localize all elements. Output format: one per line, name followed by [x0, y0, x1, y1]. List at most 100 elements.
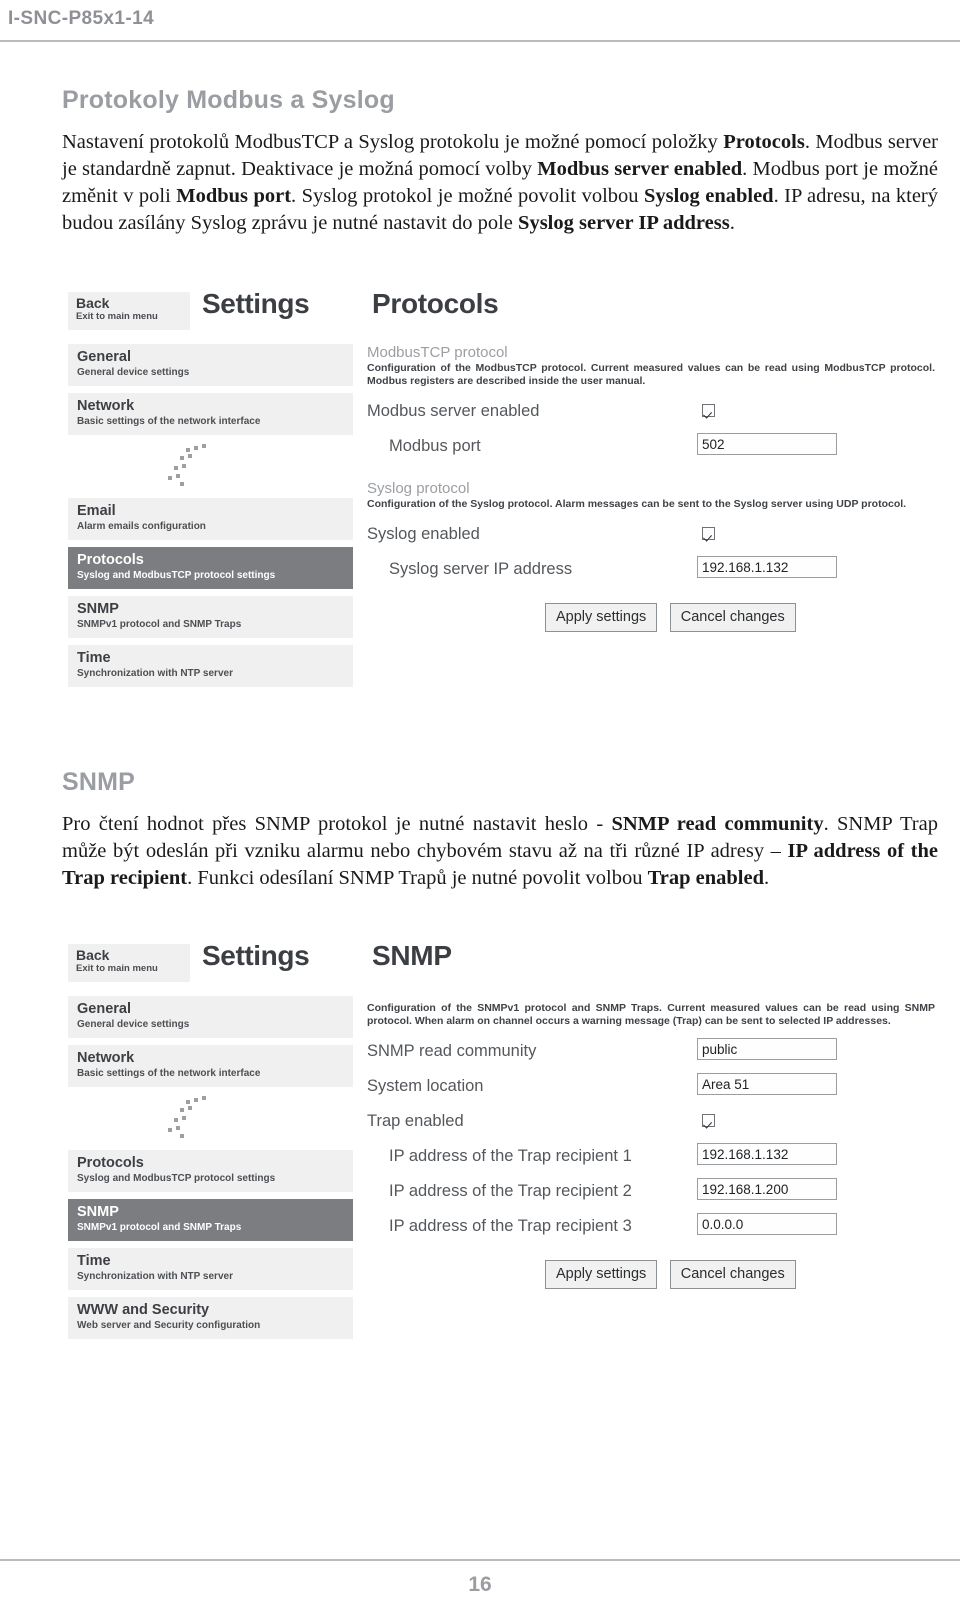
back-button-subtitle: Exit to main menu	[76, 963, 158, 974]
sidebar-item-protocols[interactable]: Protocols Syslog and ModbusTCP protocol …	[68, 1150, 353, 1192]
sidebar-item-snmp[interactable]: SNMP SNMPv1 protocol and SNMP Traps	[68, 596, 353, 638]
back-button[interactable]: Back Exit to main menu	[68, 944, 190, 982]
scroll-dots-decoration	[68, 442, 353, 498]
document-page: I-SNC-P85x1-14 Protokoly Modbus a Syslog…	[0, 0, 960, 1609]
cancel-changes-button[interactable]: Cancel changes	[669, 603, 796, 632]
section-protocols-text: Protokoly Modbus a Syslog Nastavení prot…	[62, 86, 938, 237]
panel-title: Protocols	[372, 288, 499, 319]
apply-settings-button[interactable]: Apply settings	[545, 603, 658, 632]
field-row-trap-enabled: Trap enabled	[367, 1108, 938, 1143]
sidebar-item-www-and-security[interactable]: WWW and Security Web server and Security…	[68, 1297, 353, 1339]
sidebar-item-general[interactable]: General General device settings	[68, 996, 353, 1038]
screenshot-protocols: Back Exit to main menu Settings Protocol…	[62, 288, 938, 738]
sidebar-item-title: Network	[77, 398, 135, 414]
cancel-changes-button[interactable]: Cancel changes	[669, 1260, 796, 1289]
screenshot-snmp-topbar: Back Exit to main menu Settings SNMP	[62, 940, 938, 986]
group-description-syslog: Configuration of the Syslog protocol. Al…	[367, 498, 907, 510]
sidebar-item-subtitle: Synchronization with NTP server	[77, 1271, 233, 1282]
field-label: Trap enabled	[367, 1112, 464, 1130]
sidebar-item-title: WWW and Security	[77, 1302, 210, 1318]
field-label: Syslog server IP address	[389, 560, 573, 578]
section-title-snmp: SNMP	[62, 768, 136, 796]
sidebar-item-network[interactable]: Network Basic settings of the network in…	[68, 1045, 353, 1087]
back-button-title: Back	[76, 947, 110, 963]
system-location-input[interactable]: Area 51	[697, 1073, 837, 1095]
sidebar-item-subtitle: General device settings	[77, 367, 190, 378]
syslog-enabled-checkbox[interactable]	[702, 527, 715, 540]
sidebar-item-title: General	[77, 1001, 131, 1017]
modbus-server-enabled-checkbox[interactable]	[702, 404, 715, 417]
footer-divider	[0, 1559, 960, 1561]
form-buttons: Apply settings Cancel changes	[367, 1260, 938, 1290]
field-label: System location	[367, 1077, 484, 1095]
screenshot-snmp: Back Exit to main menu Settings SNMP Gen…	[62, 940, 938, 1390]
scroll-dots-decoration	[68, 1094, 353, 1150]
sidebar-item-subtitle: SNMPv1 protocol and SNMP Traps	[77, 619, 242, 630]
sidebar-item-subtitle: Synchronization with NTP server	[77, 668, 233, 679]
screenshot-protocols-topbar: Back Exit to main menu Settings Protocol…	[62, 288, 938, 334]
sidebar-item-subtitle: Alarm emails configuration	[77, 521, 206, 532]
page-title: Protokoly Modbus a Syslog	[62, 86, 395, 114]
field-row-syslog-server-ip: Syslog server IP address 192.168.1.132	[367, 556, 938, 591]
settings-content-pane: Configuration of the SNMPv1 protocol and…	[367, 1002, 938, 1290]
field-row-snmp-read-community: SNMP read community public	[367, 1038, 938, 1073]
trap-recipient-3-input[interactable]: 0.0.0.0	[697, 1213, 837, 1235]
sidebar-item-general[interactable]: General General device settings	[68, 344, 353, 386]
group-title-modbus: ModbusTCP protocol	[367, 344, 508, 361]
sidebar-item-subtitle: Web server and Security configuration	[77, 1320, 261, 1331]
sidebar-item-protocols[interactable]: Protocols Syslog and ModbusTCP protocol …	[68, 547, 353, 589]
sidebar-item-time[interactable]: Time Synchronization with NTP server	[68, 645, 353, 687]
settings-sidebar: General General device settings Network …	[68, 996, 353, 1346]
field-row-trap-recipient-2: IP address of the Trap recipient 2 192.1…	[367, 1178, 938, 1213]
sidebar-item-title: Protocols	[77, 1155, 144, 1171]
header-divider	[0, 40, 960, 42]
field-row-syslog-enabled: Syslog enabled	[367, 521, 938, 556]
field-label: IP address of the Trap recipient 3	[389, 1217, 632, 1235]
field-row-modbus-server-enabled: Modbus server enabled	[367, 398, 938, 433]
sidebar-item-subtitle: Syslog and ModbusTCP protocol settings	[77, 570, 276, 581]
group-title-syslog: Syslog protocol	[367, 480, 470, 497]
back-button-title: Back	[76, 295, 110, 311]
back-button-subtitle: Exit to main menu	[76, 311, 158, 322]
panel-title: SNMP	[372, 940, 452, 971]
back-button[interactable]: Back Exit to main menu	[68, 292, 190, 330]
field-row-system-location: System location Area 51	[367, 1073, 938, 1108]
sidebar-item-network[interactable]: Network Basic settings of the network in…	[68, 393, 353, 435]
trap-enabled-checkbox[interactable]	[702, 1114, 715, 1127]
section-snmp-text: SNMP Pro čtení hodnot přes SNMP protokol…	[62, 768, 938, 892]
modbus-port-input[interactable]: 502	[697, 433, 837, 455]
settings-content-pane: ModbusTCP protocol Configuration of the …	[367, 344, 938, 633]
sidebar-item-title: SNMP	[77, 601, 119, 617]
field-label: SNMP read community	[367, 1042, 537, 1060]
sidebar-item-snmp[interactable]: SNMP SNMPv1 protocol and SNMP Traps	[68, 1199, 353, 1241]
running-header: I-SNC-P85x1-14	[8, 8, 155, 29]
sidebar-item-subtitle: SNMPv1 protocol and SNMP Traps	[77, 1222, 242, 1233]
field-label: IP address of the Trap recipient 1	[389, 1147, 632, 1165]
sidebar-item-subtitle: General device settings	[77, 1019, 190, 1030]
paragraph-snmp: Pro čtení hodnot přes SNMP protokol je n…	[62, 813, 938, 889]
sidebar-item-title: General	[77, 349, 131, 365]
sidebar-item-subtitle: Basic settings of the network interface	[77, 416, 261, 427]
group-description-snmp: Configuration of the SNMPv1 protocol and…	[367, 1002, 935, 1027]
trap-recipient-1-input[interactable]: 192.168.1.132	[697, 1143, 837, 1165]
sidebar-item-title: SNMP	[77, 1204, 119, 1220]
snmp-read-community-input[interactable]: public	[697, 1038, 837, 1060]
settings-sidebar: General General device settings Network …	[68, 344, 353, 694]
sidebar-item-title: Email	[77, 503, 116, 519]
trap-recipient-2-input[interactable]: 192.168.1.200	[697, 1178, 837, 1200]
syslog-server-ip-input[interactable]: 192.168.1.132	[697, 556, 837, 578]
paragraph-protocols: Nastavení protokolů ModbusTCP a Syslog p…	[62, 131, 939, 234]
sidebar-item-title: Network	[77, 1050, 135, 1066]
sidebar-item-email[interactable]: Email Alarm emails configuration	[68, 498, 353, 540]
field-row-trap-recipient-1: IP address of the Trap recipient 1 192.1…	[367, 1143, 938, 1178]
sidebar-item-title: Time	[77, 650, 111, 666]
field-row-modbus-port: Modbus port 502	[367, 433, 938, 468]
field-row-trap-recipient-3: IP address of the Trap recipient 3 0.0.0…	[367, 1213, 938, 1248]
apply-settings-button[interactable]: Apply settings	[545, 1260, 658, 1289]
app-title: Settings	[202, 940, 310, 971]
form-buttons: Apply settings Cancel changes	[367, 603, 938, 633]
field-label: Modbus server enabled	[367, 402, 540, 420]
field-label: Modbus port	[389, 437, 481, 455]
sidebar-item-time[interactable]: Time Synchronization with NTP server	[68, 1248, 353, 1290]
